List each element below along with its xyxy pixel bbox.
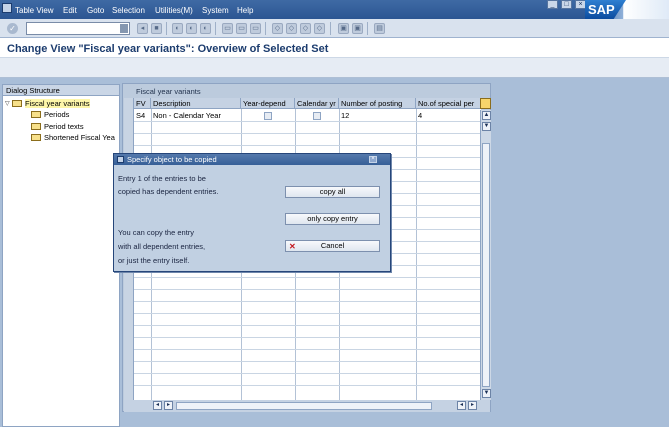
column-header-description[interactable]: Description bbox=[151, 98, 241, 109]
tree-node-fiscal-year-variants[interactable]: ▽ Fiscal year variants bbox=[5, 98, 90, 109]
tree-node-shortened-fiscal-year[interactable]: Shortened Fiscal Yea bbox=[31, 132, 115, 143]
cancel-x-icon: ✕ bbox=[289, 242, 296, 251]
print-icon[interactable]: ◐ bbox=[200, 23, 211, 34]
enter-icon[interactable]: ✓ bbox=[7, 23, 18, 34]
horizontal-scroll-thumb[interactable] bbox=[176, 402, 432, 410]
dialog-message-line-4: with all dependent entries, bbox=[118, 242, 206, 251]
vertical-scroll-thumb[interactable] bbox=[482, 143, 490, 387]
back-icon[interactable]: ■ bbox=[151, 23, 162, 34]
dialog-title: Specify object to be copied bbox=[127, 155, 217, 164]
table-caption: Fiscal year variants bbox=[136, 87, 201, 96]
copy-dialog: Specify object to be copied × Entry 1 of… bbox=[113, 153, 391, 272]
column-header-year-dependent[interactable]: Year-depend bbox=[241, 98, 295, 109]
scroll-left-end-icon[interactable]: ◂ bbox=[457, 401, 466, 410]
window-system-icon[interactable] bbox=[2, 3, 12, 13]
sap-logo: SAP bbox=[585, 0, 669, 19]
menu-help[interactable]: Help bbox=[237, 6, 253, 15]
minimize-icon[interactable]: _ bbox=[547, 0, 558, 9]
menu-system[interactable]: System bbox=[202, 6, 229, 15]
scroll-right-icon[interactable]: ▸ bbox=[468, 401, 477, 410]
column-header-calendar-year[interactable]: Calendar yr bbox=[295, 98, 339, 109]
last-page-icon[interactable]: ◇ bbox=[300, 23, 311, 34]
dialog-title-bar[interactable]: Specify object to be copied × bbox=[114, 154, 390, 165]
next-page-icon[interactable]: ◇ bbox=[286, 23, 297, 34]
save-icon[interactable]: ◂ bbox=[137, 23, 148, 34]
vertical-scrollbar[interactable]: ▲ ▼ ▼ bbox=[480, 110, 491, 400]
scroll-right-step-icon[interactable]: ▸ bbox=[164, 401, 173, 410]
scroll-down-icon[interactable]: ▼ bbox=[482, 389, 491, 398]
folder-icon bbox=[31, 123, 41, 130]
restore-icon[interactable]: □ bbox=[561, 0, 572, 9]
dialog-message-line-2: copied has dependent entries. bbox=[118, 187, 219, 196]
application-toolbar bbox=[0, 58, 669, 78]
tree-node-periods[interactable]: Periods bbox=[31, 109, 69, 120]
cell-fv[interactable]: S4 bbox=[134, 110, 145, 121]
new-session-icon[interactable]: ◇ bbox=[314, 23, 325, 34]
scroll-up-icon[interactable]: ▲ bbox=[482, 111, 491, 120]
command-field[interactable] bbox=[26, 22, 130, 35]
menu-selection[interactable]: Selection bbox=[112, 6, 145, 15]
shortcut-icon[interactable]: ▣ bbox=[338, 23, 349, 34]
menu-utilities[interactable]: Utilities(M) bbox=[155, 6, 193, 15]
command-dropdown-icon[interactable] bbox=[120, 24, 128, 33]
menu-bar: Table View Edit Goto Selection Utilities… bbox=[0, 0, 669, 19]
previous-page-icon[interactable]: ◇ bbox=[272, 23, 283, 34]
page-up-icon[interactable]: ▼ bbox=[482, 122, 491, 131]
dialog-message-line-5: or just the entry itself. bbox=[118, 256, 190, 265]
cell-posting-periods[interactable]: 12 bbox=[339, 110, 349, 121]
table-settings-icon[interactable] bbox=[480, 98, 491, 109]
column-header-fv[interactable]: FV bbox=[134, 98, 151, 109]
folder-icon bbox=[31, 111, 41, 118]
cell-special-periods[interactable]: 4 bbox=[416, 110, 422, 121]
folder-icon bbox=[31, 134, 41, 141]
dialog-message-line-3: You can copy the entry bbox=[118, 228, 195, 237]
menu-edit[interactable]: Edit bbox=[63, 6, 77, 15]
cell-description[interactable]: Non - Calendar Year bbox=[151, 110, 221, 121]
horizontal-scrollbar[interactable]: ◂ ▸ ◂ ▸ bbox=[124, 400, 490, 412]
year-dependent-checkbox[interactable] bbox=[264, 112, 272, 120]
scroll-left-icon[interactable]: ◂ bbox=[153, 401, 162, 410]
first-page-icon[interactable]: ▭ bbox=[250, 23, 261, 34]
only-copy-entry-button[interactable]: only copy entry bbox=[285, 213, 380, 225]
dialog-structure-pane: Dialog Structure ▽ Fiscal year variants … bbox=[2, 84, 120, 427]
find-next-icon[interactable]: ▭ bbox=[236, 23, 247, 34]
tree-node-period-texts[interactable]: Period texts bbox=[31, 121, 84, 132]
layout-icon[interactable]: ▤ bbox=[374, 23, 385, 34]
dialog-close-icon[interactable]: × bbox=[369, 156, 377, 163]
find-icon[interactable]: ▭ bbox=[222, 23, 233, 34]
help-icon[interactable]: ▣ bbox=[352, 23, 363, 34]
column-header-posting-periods[interactable]: Number of posting bbox=[339, 98, 416, 109]
folder-open-icon bbox=[12, 100, 22, 107]
standard-toolbar: ✓ ◂ ■ ◐ ◐ ◐ ▭ ▭ ▭ ◇ ◇ ◇ ◇ ▣ ▣ ▤ bbox=[0, 19, 669, 38]
dialog-structure-header: Dialog Structure bbox=[3, 85, 119, 96]
dialog-system-icon[interactable] bbox=[117, 156, 124, 163]
exit-icon[interactable]: ◐ bbox=[172, 23, 183, 34]
dialog-message-line-1: Entry 1 of the entries to be bbox=[118, 174, 206, 183]
title-bar: Change View "Fiscal year variants": Over… bbox=[0, 38, 669, 58]
page-title: Change View "Fiscal year variants": Over… bbox=[7, 43, 329, 55]
collapse-icon[interactable]: ▽ bbox=[5, 100, 12, 107]
copy-all-button[interactable]: copy all bbox=[285, 186, 380, 198]
cancel-icon[interactable]: ◐ bbox=[186, 23, 197, 34]
cancel-button[interactable]: ✕ Cancel bbox=[285, 240, 380, 252]
column-header-special-periods[interactable]: No.of special per bbox=[416, 98, 481, 109]
calendar-year-checkbox[interactable] bbox=[313, 112, 321, 120]
menu-goto[interactable]: Goto bbox=[87, 6, 104, 15]
menu-table-view[interactable]: Table View bbox=[15, 6, 54, 15]
